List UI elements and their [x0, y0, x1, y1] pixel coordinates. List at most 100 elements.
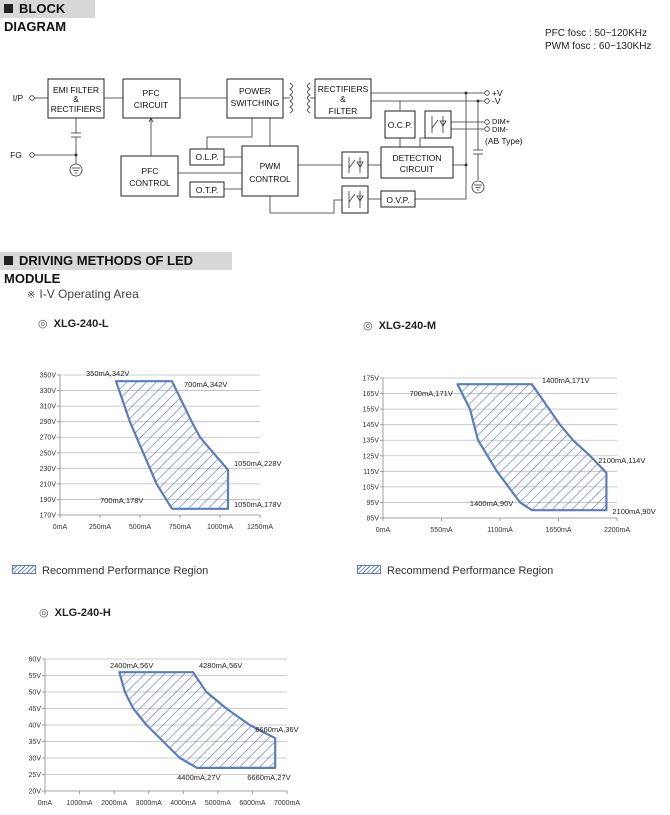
dimminus-terminal-label: DIM- [492, 125, 509, 134]
y-tick-label: 270V [40, 435, 57, 442]
fg-terminal-label: FG [10, 150, 22, 160]
x-tick-label: 7000mA [274, 800, 300, 807]
recommended-region [118, 671, 277, 770]
data-label: 1050mA,178V [234, 500, 282, 509]
x-tick-label: 1000mA [207, 524, 233, 531]
x-tick-label: 2200mA [604, 527, 630, 534]
x-tick-label: 4000mA [170, 800, 196, 807]
y-tick-label: 350V [40, 373, 57, 380]
x-tick-label: 1100mA [487, 527, 513, 534]
power-switching-block: POWER [239, 86, 271, 96]
legend-l: Recommend Performance Region [12, 565, 208, 577]
optocoupler-icon [341, 151, 369, 179]
y-tick-label: 40V [29, 723, 42, 730]
y-tick-label: 55V [29, 673, 42, 680]
y-tick-label: 170V [40, 513, 57, 520]
emi-filter-block: & [73, 94, 79, 104]
driving-methods-title: DRIVING METHODS OF LED MODULE [4, 253, 194, 286]
detection-circuit-block: CIRCUIT [400, 164, 434, 174]
legend-m: Recommend Performance Region [357, 565, 553, 577]
x-tick-label: 550mA [430, 527, 453, 534]
rectifiers-filter-block: & [340, 94, 346, 104]
recommended-region [114, 380, 230, 510]
data-label: 1400mA,90V [470, 499, 513, 508]
pfc-circuit-block: PFC [143, 88, 160, 98]
emi-filter-block: RECTIFIERS [51, 104, 102, 114]
model-label-m: ◎ XLG-240-M [363, 319, 436, 332]
y-tick-label: 95V [367, 500, 380, 507]
datasheet-page: BLOCK DIAGRAM PFC fosc : 50~120KHz PWM f… [0, 0, 670, 815]
x-tick-label: 250mA [89, 524, 112, 531]
legend-label: Recommend Performance Region [42, 565, 209, 577]
data-label: 700mA,342V [184, 380, 227, 389]
data-label: 700mA,171V [409, 389, 452, 398]
y-tick-label: 125V [363, 453, 380, 460]
x-tick-label: 6000mA [239, 800, 265, 807]
x-tick-label: 2000mA [101, 800, 127, 807]
y-tick-label: 330V [40, 388, 57, 395]
model-label-h: ◎ XLG-240-H [39, 606, 111, 619]
y-tick-label: 35V [29, 739, 42, 746]
x-tick-label: 750mA [169, 524, 192, 531]
driving-methods-header: DRIVING METHODS OF LED MODULE [0, 252, 232, 286]
ab-type-label: (AB Type) [485, 136, 523, 146]
x-tick-label: 1000mA [67, 800, 93, 807]
x-tick-label: 500mA [129, 524, 152, 531]
optocoupler-icon [341, 185, 369, 214]
data-label: 2400mA,56V [110, 661, 153, 670]
data-label: 1050mA,228V [234, 459, 282, 468]
y-tick-label: 190V [40, 497, 57, 504]
pfc-control-block: PFC [142, 166, 159, 176]
hatch-swatch-icon [357, 565, 381, 574]
data-label: 6660mA,36V [255, 725, 298, 734]
y-tick-label: 50V [29, 690, 42, 697]
x-tick-label: 1250mA [247, 524, 273, 531]
square-bullet-icon [4, 256, 13, 265]
data-label: 2100mA,90V [612, 507, 655, 516]
x-tick-label: 1650mA [545, 527, 571, 534]
y-tick-label: 45V [29, 706, 42, 713]
y-tick-label: 60V [29, 657, 42, 664]
rectifiers-filter-block: FILTER [329, 106, 358, 116]
y-tick-label: 155V [363, 407, 380, 414]
y-tick-label: 105V [363, 484, 380, 491]
reference-mark-icon: ※ [27, 290, 36, 301]
data-label: 6660mA,27V [247, 773, 290, 782]
olp-block: O.L.P. [196, 152, 219, 162]
y-tick-label: 210V [40, 481, 57, 488]
double-circle-icon: ◎ [363, 320, 373, 332]
chart-xlg-240-l: 170V 190V 210V 230V 250V 270V 290V 310V 330V 350V… [40, 369, 282, 531]
data-label: 2100mA,114V [598, 456, 645, 465]
data-label: 700mA,178V [100, 496, 143, 505]
pfc-control-block: CONTROL [129, 178, 171, 188]
model-label-l: ◎ XLG-240-L [38, 317, 109, 330]
double-circle-icon: ◎ [38, 318, 48, 330]
y-tick-label: 230V [40, 466, 57, 473]
y-tick-label: 310V [40, 404, 57, 411]
x-tick-label: 0mA [38, 800, 53, 807]
detection-circuit-block: DETECTION [392, 153, 441, 163]
y-tick-label: 250V [40, 450, 57, 457]
y-tick-label: 165V [363, 391, 380, 398]
hatch-swatch-icon [12, 565, 36, 574]
pwm-control-block: PWM [260, 161, 281, 171]
chart-title: XLG-240-M [378, 320, 437, 332]
vminus-terminal-label: -V [492, 96, 501, 106]
y-tick-label: 290V [40, 419, 57, 426]
data-label: 4280mA,56V [199, 661, 242, 670]
chart-title: XLG-240-H [54, 607, 111, 619]
x-tick-label: 0mA [376, 527, 391, 534]
power-switching-block: SWITCHING [231, 98, 280, 108]
block-diagram: EMI FILTER & RECTIFIERS PFC CIRCUIT POWE… [10, 78, 523, 214]
x-tick-label: 5000mA [205, 800, 231, 807]
ovp-block: O.V.P. [386, 195, 409, 205]
pfc-circuit-block: CIRCUIT [134, 100, 168, 110]
recommended-region [456, 383, 608, 512]
y-tick-label: 135V [363, 438, 380, 445]
y-tick-label: 20V [29, 789, 42, 796]
legend-label: Recommend Performance Region [387, 565, 554, 577]
otp-block: O.T.P. [196, 185, 219, 195]
optocoupler-icon [424, 110, 452, 139]
subtitle-text: I-V Operating Area [39, 287, 139, 301]
chart-xlg-240-m: 85V 95V 105V 115V 125V 135V 145V 155V 165V 175V 0m… [363, 376, 656, 535]
